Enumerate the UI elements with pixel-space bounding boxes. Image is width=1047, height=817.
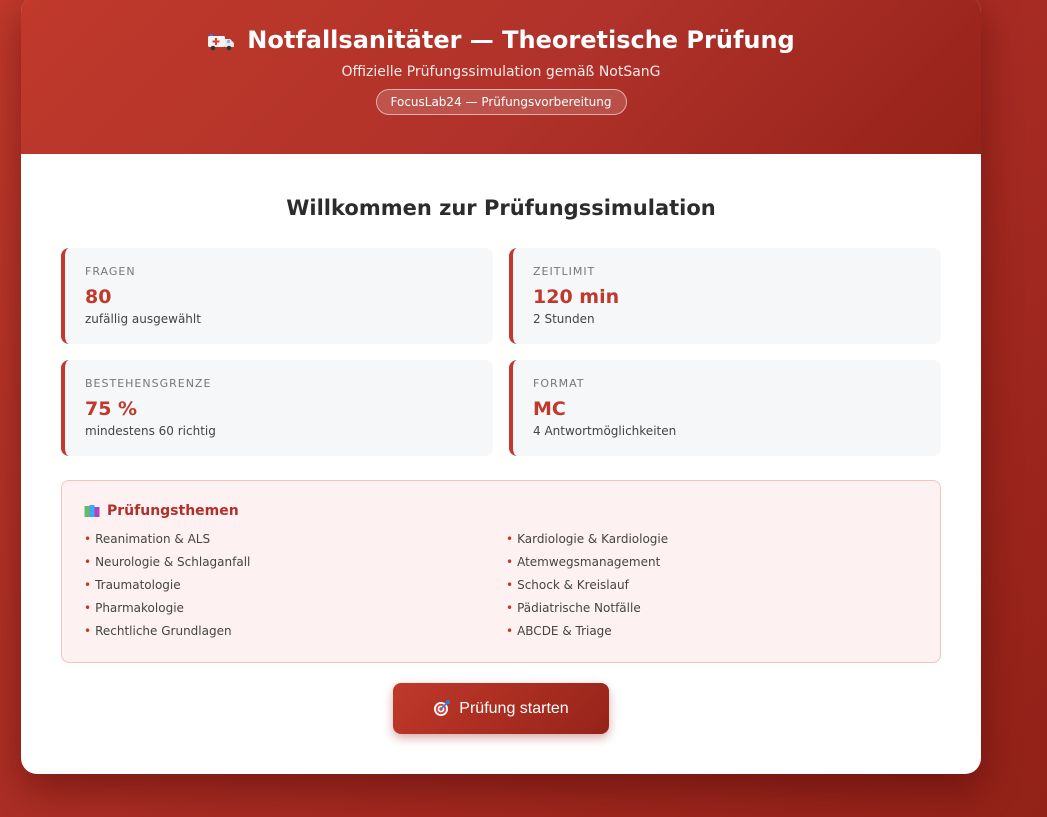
bullet-icon: • — [84, 624, 92, 638]
stat-label: FRAGEN — [85, 265, 136, 278]
page-title-row: Notfallsanitäter — Theoretische Prüfung — [21, 26, 981, 54]
start-area: Prüfung starten — [21, 683, 981, 734]
bullet-icon: • — [506, 624, 514, 638]
topic-label: Traumatologie — [95, 578, 181, 592]
topic-label: Pädiatrische Notfälle — [517, 601, 641, 615]
topic-label: Pharmakologie — [95, 601, 184, 615]
topic-item: • Rechtliche Grundlagen — [84, 623, 506, 646]
bullet-icon: • — [506, 578, 514, 592]
stat-card-passmark: BESTEHENSGRENZE 75 % mindestens 60 richt… — [61, 360, 493, 456]
topic-label: ABCDE & Triage — [517, 624, 612, 638]
exam-card: Notfallsanitäter — Theoretische Prüfung … — [21, 0, 981, 774]
stat-value: 120 min — [533, 286, 620, 308]
start-exam-button[interactable]: Prüfung starten — [393, 683, 609, 734]
books-icon — [84, 504, 100, 518]
stat-label: ZEITLIMIT — [533, 265, 596, 278]
stat-label: BESTEHENSGRENZE — [85, 377, 212, 390]
topic-label: Reanimation & ALS — [95, 532, 211, 546]
stat-card-questions: FRAGEN 80 zufällig ausgewählt — [61, 248, 493, 344]
stat-value: MC — [533, 398, 566, 420]
welcome-heading: Willkommen zur Prüfungssimulation — [286, 196, 716, 220]
bullet-icon: • — [84, 578, 92, 592]
topic-item: • Atemwegsmanagement — [506, 554, 928, 577]
bullet-icon: • — [84, 532, 92, 546]
topic-label: Rechtliche Grundlagen — [95, 624, 232, 638]
topics-panel: Prüfungsthemen • Reanimation & ALS • Kardi… — [61, 480, 941, 663]
bullet-icon: • — [84, 601, 92, 615]
stats-grid: FRAGEN 80 zufällig ausgewählt ZEITLIMIT … — [61, 248, 941, 456]
stat-value: 75 % — [85, 398, 138, 420]
stat-card-timelimit: ZEITLIMIT 120 min 2 Stunden — [509, 248, 941, 344]
topic-item: • Neurologie & Schlaganfall — [84, 554, 506, 577]
page-subtitle: Offizielle Prüfungssimulation gemäß NotS… — [341, 64, 661, 80]
bullet-icon: • — [506, 532, 514, 546]
bullet-icon: • — [506, 601, 514, 615]
start-exam-label: Prüfung starten — [459, 699, 569, 717]
stat-desc: 2 Stunden — [533, 312, 595, 326]
topics-heading: Prüfungsthemen — [107, 503, 239, 519]
ambulance-icon — [207, 30, 235, 51]
topic-item: • Schock & Kreislauf — [506, 577, 928, 600]
topic-label: Atemwegsmanagement — [517, 555, 661, 569]
page-title: Notfallsanitäter — Theoretische Prüfung — [247, 26, 795, 54]
topics-heading-row: Prüfungsthemen — [84, 503, 918, 519]
topic-item: • Pädiatrische Notfälle — [506, 600, 928, 623]
bullet-icon: • — [84, 555, 92, 569]
bullet-icon: • — [506, 555, 514, 569]
stat-card-format: FORMAT MC 4 Antwortmöglichkeiten — [509, 360, 941, 456]
stat-desc: 4 Antwortmöglichkeiten — [533, 424, 677, 438]
target-icon — [433, 700, 450, 717]
header: Notfallsanitäter — Theoretische Prüfung … — [21, 0, 981, 154]
brand-badge: FocusLab24 — Prüfungsvorbereitung — [375, 89, 627, 115]
topic-item: • Reanimation & ALS — [84, 531, 506, 554]
stat-value: 80 — [85, 286, 112, 308]
topic-item: • Pharmakologie — [84, 600, 506, 623]
stat-label: FORMAT — [533, 377, 585, 390]
topic-label: Neurologie & Schlaganfall — [95, 555, 251, 569]
stat-desc: zufällig ausgewählt — [85, 312, 201, 326]
topic-label: Schock & Kreislauf — [517, 578, 629, 592]
topic-item: • Kardiologie & Kardiologie — [506, 531, 928, 554]
topic-label: Kardiologie & Kardiologie — [517, 532, 669, 546]
stat-desc: mindestens 60 richtig — [85, 424, 216, 438]
topic-item: • Traumatologie — [84, 577, 506, 600]
topic-item: • ABCDE & Triage — [506, 623, 928, 646]
topics-list: • Reanimation & ALS • Kardiologie & Kardio… — [84, 531, 918, 646]
